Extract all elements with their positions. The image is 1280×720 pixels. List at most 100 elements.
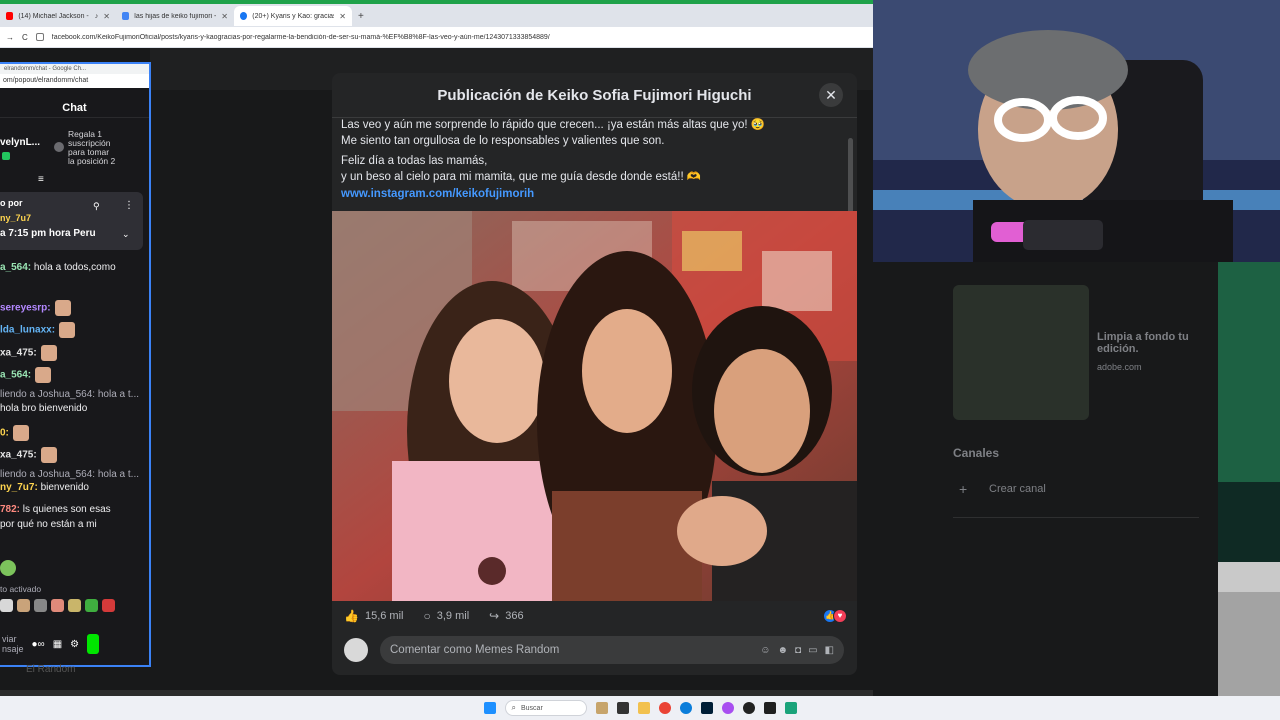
sub-username[interactable]: velynL... — [0, 137, 40, 148]
chrome-icon[interactable] — [658, 702, 671, 714]
gift-text[interactable]: Regala 1 suscripción para tomar la posic… — [68, 130, 115, 166]
emote-icon[interactable] — [40, 447, 57, 463]
taskbar: ⌕ Buscar — [0, 696, 1280, 720]
love-reaction-icon: ♥ — [833, 609, 847, 623]
webcam-overlay — [873, 0, 1280, 262]
chat-message: liendo a Joshua_564: hola a t... — [0, 469, 139, 480]
more-icon[interactable]: ⋮ — [124, 200, 134, 211]
chat-username[interactable]: a_564: — [0, 262, 31, 273]
emote-icon[interactable] — [51, 599, 64, 612]
post-text: Las veo y aún me sorprende lo rápido que… — [341, 117, 841, 189]
share-icon: ↪ — [489, 609, 500, 623]
pinned-message[interactable]: o por ny_7u7 a 7:15 pm hora Peru ⚲ ⋮ ⌄ — [0, 192, 143, 250]
ad-title[interactable]: Limpia a fondo tu edición. — [1097, 331, 1189, 355]
ad-title-line: edición. — [1097, 343, 1139, 355]
emote-icon[interactable] — [35, 367, 52, 383]
chat-username[interactable]: sereyesrp: — [0, 303, 51, 314]
store-icon[interactable]: ▦ — [53, 639, 62, 650]
emote-icon[interactable] — [54, 300, 71, 316]
close-icon[interactable]: ✕ — [221, 12, 228, 21]
app-icon[interactable] — [784, 702, 797, 714]
gear-icon[interactable]: ⚙ — [70, 639, 79, 650]
emote-icon[interactable] — [102, 599, 115, 612]
reload-icon[interactable]: C — [22, 33, 28, 42]
ad-thumbnail[interactable] — [953, 285, 1089, 420]
avatar[interactable] — [344, 638, 368, 662]
points-icon[interactable]: ●∞ — [32, 639, 45, 650]
chat-button[interactable] — [87, 634, 100, 654]
chat-message: 782: ls quienes son esas — [0, 504, 111, 515]
chevron-down-icon[interactable]: ⌄ — [122, 229, 130, 240]
chat-username[interactable]: 0: — [0, 428, 9, 439]
taskbar-search[interactable]: ⌕ Buscar — [504, 700, 587, 716]
comment-button[interactable]: ○ 3,9 mil — [423, 609, 469, 623]
instagram-link[interactable]: www.instagram.com/keikofujimorih — [341, 188, 534, 200]
reload-icon[interactable]: → — [6, 33, 14, 42]
messenger-icon[interactable] — [721, 702, 734, 714]
create-channel[interactable]: Crear canal — [989, 483, 1046, 495]
comment-input[interactable]: Comentar como Memes Random ☺ ☻ ◘ ▭ ◧ — [380, 636, 844, 664]
gif-icon[interactable]: ▭ — [808, 645, 817, 656]
emote-icon[interactable] — [40, 345, 57, 361]
post-modal: Publicación de Keiko Sofia Fujimori Higu… — [332, 73, 857, 675]
add-icon[interactable]: + — [959, 481, 967, 497]
like-button[interactable]: 👍 15,6 mil — [344, 609, 403, 623]
task-view-icon[interactable] — [616, 702, 629, 714]
address-bar[interactable]: → C facebook.com/KeikoFujimoriOficial/po… — [0, 27, 873, 47]
chat-message: hola bro bienvenido — [0, 403, 87, 414]
site-info-icon[interactable] — [35, 33, 44, 41]
emote-icon[interactable] — [68, 599, 81, 612]
chat-message: xa_475: — [0, 345, 57, 361]
widgets-icon[interactable] — [595, 702, 608, 714]
ad-domain: adobe.com — [1097, 362, 1142, 372]
edge-icon[interactable] — [679, 702, 692, 714]
chat-username[interactable]: ny_7u7: — [0, 482, 38, 493]
windows-start-icon[interactable] — [483, 702, 496, 714]
chat-username[interactable]: a_564: — [0, 370, 31, 381]
share-button[interactable]: ↪ 366 — [489, 609, 523, 623]
close-icon[interactable]: ✕ — [819, 83, 843, 107]
tab-facebook[interactable]: (20+) Kyaris y Kao: gracias por ✕ — [234, 6, 352, 26]
terminal-icon[interactable] — [763, 702, 776, 714]
google-icon — [122, 12, 130, 20]
obs-icon[interactable] — [742, 702, 755, 714]
new-tab-button[interactable]: + — [358, 11, 364, 22]
collapse-icon[interactable]: ≡ — [38, 174, 44, 185]
chat-message: por qué no están a mi — [0, 519, 97, 530]
send-message-input[interactable]: viar nsaje — [2, 634, 24, 654]
tab-google-search[interactable]: las hijas de keiko fujimori - Bus ✕ — [116, 6, 234, 26]
emote-icon[interactable] — [17, 599, 30, 612]
file-explorer-icon[interactable] — [637, 702, 650, 714]
youtube-icon — [6, 12, 14, 20]
tab-youtube[interactable]: (14) Michael Jackson - Dan ♪ ✕ — [0, 6, 116, 26]
chat-url[interactable]: om/popout/elrandomm/chat — [0, 74, 149, 88]
emote-icon[interactable] — [85, 599, 98, 612]
post-photo[interactable] — [332, 211, 857, 601]
emote-icon[interactable] — [12, 425, 29, 441]
close-icon[interactable]: ✕ — [339, 12, 346, 21]
emote-icon[interactable] — [0, 599, 13, 612]
chat-message-text: liendo a Joshua_564: hola a t... — [0, 389, 139, 400]
emote-icon[interactable] — [34, 599, 47, 612]
close-icon[interactable]: ✕ — [103, 12, 110, 21]
pin-icon[interactable]: ⚲ — [93, 201, 100, 212]
emote-icon[interactable] — [59, 322, 76, 338]
post-text-line: Las veo y aún me sorprende lo rápido que… — [341, 119, 766, 131]
emote-icon[interactable] — [0, 560, 16, 576]
avatar-sticker-icon[interactable]: ☺ — [760, 645, 770, 656]
reactions[interactable]: 👍 ♥ — [823, 609, 847, 623]
chat-message-text: liendo a Joshua_564: hola a t... — [0, 469, 139, 480]
chat-username[interactable]: xa_475: — [0, 348, 37, 359]
twitch-chat-popout: elrandomm/chat - Google Ch... om/popout/… — [0, 62, 151, 667]
url-text[interactable]: facebook.com/KeikoFujimoriOficial/posts/… — [52, 34, 842, 41]
chat-username[interactable]: lda_lunaxx: — [0, 325, 55, 336]
emoji-icon[interactable]: ☻ — [778, 645, 789, 656]
sticker-icon[interactable]: ◧ — [825, 645, 834, 656]
photoshop-icon[interactable] — [700, 702, 713, 714]
chat-username[interactable]: 782: — [0, 504, 20, 515]
chat-header: Chat — [0, 98, 149, 118]
decorative-background — [1218, 262, 1280, 696]
comment-placeholder: Comentar como Memes Random — [390, 644, 560, 656]
chat-username[interactable]: xa_475: — [0, 450, 37, 461]
camera-icon[interactable]: ◘ — [795, 645, 801, 656]
